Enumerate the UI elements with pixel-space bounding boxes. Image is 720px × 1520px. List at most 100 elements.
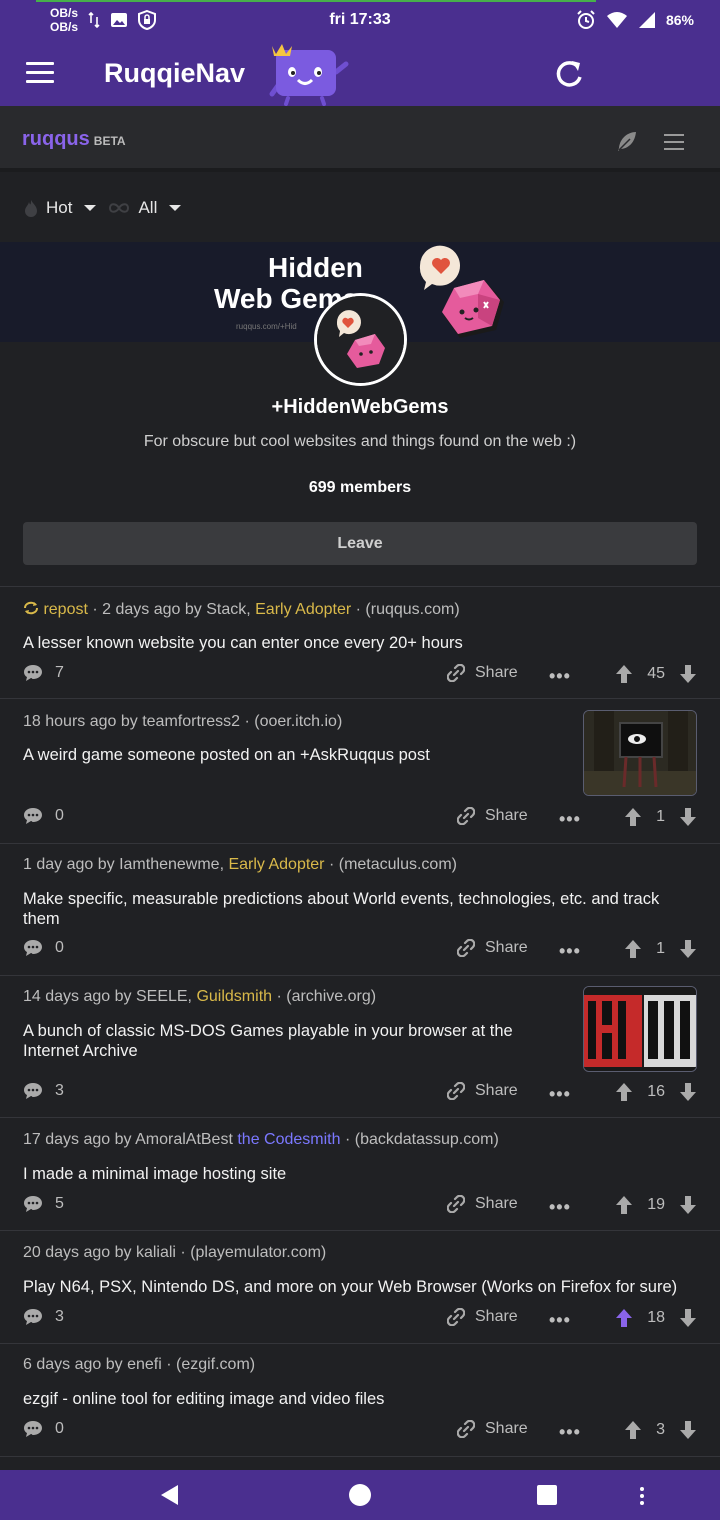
comments-button[interactable]: 7 (23, 664, 64, 682)
more-options-icon[interactable]: ••• (559, 941, 581, 962)
post-domain[interactable]: · (ezgif.com) (162, 1356, 255, 1373)
downvote-arrow-icon[interactable] (679, 1082, 697, 1102)
link-icon (447, 1082, 465, 1100)
chevron-down-icon (84, 205, 97, 211)
post-card[interactable]: repost · 2 days ago by Stack, Early Adop… (0, 586, 720, 698)
downvote-arrow-icon[interactable] (679, 1420, 697, 1440)
wifi-icon (606, 12, 627, 28)
share-button[interactable]: Share (447, 664, 518, 682)
post-card[interactable]: 18 hours ago by teamfortress2 · (ooer.it… (0, 698, 720, 843)
site-brand[interactable]: ruqqus BETA (22, 128, 126, 151)
post-title[interactable]: A bunch of classic MS-DOS Games playable… (23, 1021, 563, 1061)
comment-icon (24, 1083, 42, 1099)
more-options-icon[interactable]: ••• (549, 1084, 571, 1105)
share-button[interactable]: Share (447, 1308, 518, 1326)
post-actions: 3 Share ••• 18 (23, 1308, 697, 1332)
recents-icon[interactable] (536, 1484, 558, 1506)
comments-button[interactable]: 0 (23, 1420, 64, 1438)
post-card[interactable]: 1 day ago by Iamthenewme, Early Adopter … (0, 843, 720, 975)
vote-controls: 3 (624, 1420, 697, 1440)
comments-button[interactable]: 3 (23, 1082, 64, 1100)
site-menu-icon[interactable] (664, 134, 684, 155)
menu-icon[interactable] (26, 62, 54, 84)
comments-button[interactable]: 3 (23, 1308, 64, 1326)
post-meta: 18 hours ago by teamfortress2 · (ooer.it… (23, 713, 342, 731)
home-icon[interactable] (348, 1483, 372, 1507)
downvote-arrow-icon[interactable] (679, 939, 697, 959)
user-badge: Early Adopter (228, 856, 325, 873)
vote-score: 19 (647, 1196, 665, 1213)
downvote-arrow-icon[interactable] (679, 1308, 697, 1328)
post-card[interactable]: 17 days ago by AmoralAtBest the Codesmit… (0, 1117, 720, 1230)
post-title[interactable]: I made a minimal image hosting site (23, 1164, 286, 1184)
guild-name[interactable]: +HiddenWebGems (0, 396, 720, 419)
post-title[interactable]: ezgif - online tool for editing image an… (23, 1389, 384, 1409)
post-title[interactable]: A lesser known website you can enter onc… (23, 633, 463, 653)
more-options-icon[interactable]: ••• (559, 1422, 581, 1443)
feather-icon[interactable] (616, 130, 638, 152)
back-icon[interactable] (158, 1483, 182, 1507)
post-card[interactable]: 6 days ago by enefi · (ezgif.com) ezgif … (0, 1343, 720, 1456)
leave-button[interactable]: Leave (23, 522, 697, 565)
share-button[interactable]: Share (457, 807, 528, 825)
post-meta: repost · 2 days ago by Stack, Early Adop… (23, 601, 460, 619)
share-button[interactable]: Share (447, 1195, 518, 1213)
more-options-icon[interactable]: ••• (549, 666, 571, 687)
share-button[interactable]: Share (457, 939, 528, 957)
upvote-arrow-icon[interactable] (624, 1420, 642, 1440)
comment-icon (24, 1309, 42, 1325)
vote-score: 45 (647, 665, 665, 682)
guild-avatar (314, 293, 407, 386)
more-vert-icon[interactable] (638, 1486, 646, 1506)
post-domain[interactable]: · (metaculus.com) (325, 856, 457, 873)
battery-level: 86% (665, 12, 694, 28)
comment-icon (24, 1196, 42, 1212)
post-domain[interactable]: · (playemulator.com) (176, 1244, 326, 1261)
banner-url: ruqqus.com/+Hid (236, 322, 297, 331)
post-thumbnail[interactable] (583, 710, 697, 796)
post-domain[interactable]: · (ruqqus.com) (351, 601, 460, 618)
post-thumbnail[interactable] (583, 986, 697, 1072)
post-domain[interactable]: · (archive.org) (272, 988, 376, 1005)
comments-button[interactable]: 5 (23, 1195, 64, 1213)
comments-button[interactable]: 0 (23, 807, 64, 825)
upvote-arrow-icon[interactable] (615, 1308, 633, 1328)
comment-count: 3 (55, 1308, 64, 1325)
vote-controls: 16 (615, 1082, 697, 1102)
post-title[interactable]: Play N64, PSX, Nintendo DS, and more on … (23, 1277, 677, 1297)
share-button[interactable]: Share (447, 1082, 518, 1100)
comments-button[interactable]: 0 (23, 939, 64, 957)
vote-controls: 1 (624, 807, 697, 827)
vote-score: 18 (647, 1309, 665, 1326)
post-domain[interactable]: · (ooer.itch.io) (240, 713, 342, 730)
more-options-icon[interactable]: ••• (559, 809, 581, 830)
downvote-arrow-icon[interactable] (679, 807, 697, 827)
post-card[interactable]: 20 days ago by kaliali · (playemulator.c… (0, 1230, 720, 1343)
share-button[interactable]: Share (457, 1420, 528, 1438)
upvote-arrow-icon[interactable] (615, 1195, 633, 1215)
refresh-icon[interactable] (552, 57, 586, 91)
upvote-arrow-icon[interactable] (624, 939, 642, 959)
link-icon (447, 1195, 465, 1213)
more-options-icon[interactable]: ••• (549, 1310, 571, 1331)
upvote-arrow-icon[interactable] (615, 664, 633, 684)
downvote-arrow-icon[interactable] (679, 664, 697, 684)
post-title[interactable]: Make specific, measurable predictions ab… (23, 889, 697, 929)
alarm-icon (577, 10, 595, 29)
upvote-arrow-icon[interactable] (615, 1082, 633, 1102)
app-bar: RuqqieNav (0, 42, 720, 106)
chevron-down-icon (169, 205, 182, 211)
post-domain[interactable]: · (backdatassup.com) (341, 1131, 499, 1148)
link-icon (447, 1308, 465, 1326)
comment-icon (24, 808, 42, 824)
vote-score: 3 (656, 1421, 665, 1438)
time-filter-dropdown[interactable]: All (108, 198, 182, 218)
sort-dropdown[interactable]: Hot (24, 198, 97, 218)
more-options-icon[interactable]: ••• (549, 1197, 571, 1218)
downvote-arrow-icon[interactable] (679, 1195, 697, 1215)
post-card[interactable]: 14 days ago by SEELE, Guildsmith · (arch… (0, 975, 720, 1117)
post-title[interactable]: A weird game someone posted on an +AskRu… (23, 745, 430, 765)
post-meta-text: · 2 days ago by Stack, (87, 601, 256, 618)
link-icon (457, 1420, 475, 1438)
upvote-arrow-icon[interactable] (624, 807, 642, 827)
